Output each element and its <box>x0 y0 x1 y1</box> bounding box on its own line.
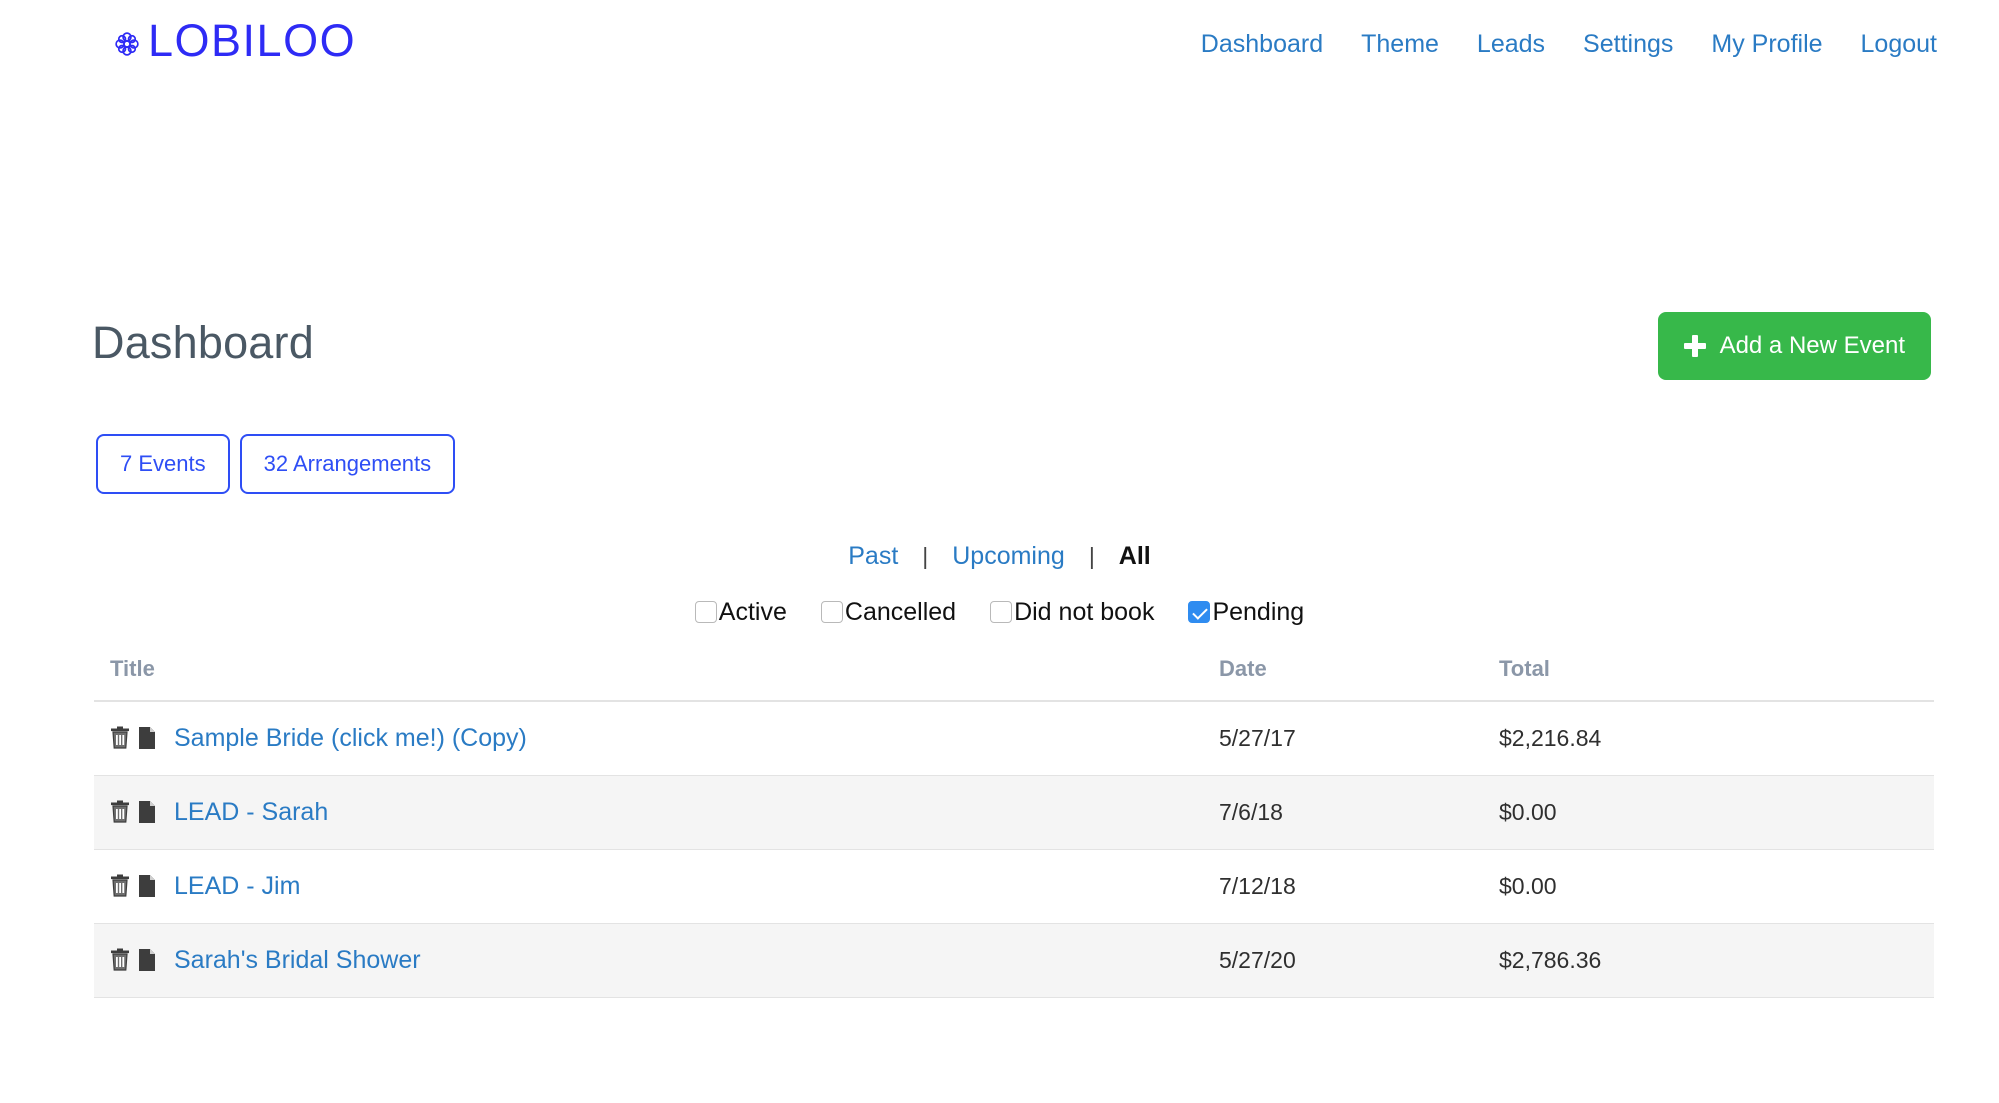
nav-item-my-profile[interactable]: My Profile <box>1711 30 1822 59</box>
filter-past[interactable]: Past <box>842 542 904 571</box>
time-filter-links: Past | Upcoming | All <box>0 542 1999 571</box>
cell-title: LEAD - Sarah <box>94 775 1219 850</box>
event-title-link[interactable]: Sample Bride (click me!) (Copy) <box>174 724 527 753</box>
table-row: Sarah's Bridal Shower 5/27/20 $2,786.36 <box>94 923 1934 998</box>
site-header: LOBILOO Dashboard Theme Leads Settings M… <box>0 0 1999 102</box>
stats-row: 7 Events 32 Arrangements <box>96 434 456 494</box>
document-copy-icon[interactable] <box>138 800 156 824</box>
stat-events-button[interactable]: 7 Events <box>96 434 230 494</box>
checkbox-cancelled-label: Cancelled <box>844 598 957 626</box>
cell-title: LEAD - Jim <box>94 849 1219 924</box>
row-actions <box>110 726 156 750</box>
checkbox-cancelled[interactable]: Cancelled <box>820 598 957 626</box>
table-row: Sample Bride (click me!) (Copy) 5/27/17 … <box>94 701 1934 776</box>
checkbox-active-label: Active <box>718 598 787 626</box>
filter-all[interactable]: All <box>1113 542 1157 571</box>
event-title-link[interactable]: LEAD - Sarah <box>174 798 328 827</box>
cell-date: 5/27/17 <box>1219 701 1499 776</box>
cell-date: 5/27/20 <box>1219 923 1499 998</box>
document-copy-icon[interactable] <box>138 874 156 898</box>
brand-logo[interactable]: LOBILOO <box>112 18 356 63</box>
column-header-date[interactable]: Date <box>1219 648 1499 702</box>
column-header-total[interactable]: Total <box>1499 648 1934 702</box>
checkbox-pending[interactable]: Pending <box>1188 598 1305 626</box>
checkbox-did-not-book-box[interactable] <box>990 601 1013 623</box>
filter-upcoming[interactable]: Upcoming <box>946 542 1071 571</box>
checkbox-active-box[interactable] <box>694 601 717 623</box>
row-actions <box>110 874 156 898</box>
trash-icon[interactable] <box>110 800 130 824</box>
document-copy-icon[interactable] <box>138 948 156 972</box>
cell-total: $0.00 <box>1499 775 1934 850</box>
brand-name: LOBILOO <box>148 15 357 66</box>
cell-title: Sample Bride (click me!) (Copy) <box>94 701 1219 776</box>
filter-separator-2: | <box>1088 543 1095 569</box>
events-table-head: Title Date Total <box>94 648 1934 702</box>
document-copy-icon[interactable] <box>138 726 156 750</box>
plus-icon <box>1683 335 1706 357</box>
nav-item-theme[interactable]: Theme <box>1361 30 1439 59</box>
checkbox-did-not-book[interactable]: Did not book <box>990 598 1155 626</box>
stat-arrangements-button[interactable]: 32 Arrangements <box>239 434 456 494</box>
event-title-link[interactable]: Sarah's Bridal Shower <box>174 946 421 975</box>
nav-item-logout[interactable]: Logout <box>1861 30 1937 59</box>
events-table-header-row: Title Date Total <box>94 648 1934 702</box>
table-row: LEAD - Jim 7/12/18 $0.00 <box>94 849 1934 924</box>
cell-date: 7/6/18 <box>1219 775 1499 850</box>
flower-icon <box>112 29 142 59</box>
row-actions <box>110 800 156 824</box>
events-table: Title Date Total Sample Bride (click me!… <box>94 648 1934 998</box>
status-filter-checkboxes: Active Cancelled Did not book Pending <box>0 598 1999 626</box>
cell-total: $2,216.84 <box>1499 701 1934 776</box>
events-table-body: Sample Bride (click me!) (Copy) 5/27/17 … <box>94 701 1934 998</box>
nav-item-leads[interactable]: Leads <box>1477 30 1545 59</box>
trash-icon[interactable] <box>110 726 130 750</box>
page-title-row: Dashboard Add a New Event <box>92 312 1931 390</box>
trash-icon[interactable] <box>110 874 130 898</box>
add-new-event-button[interactable]: Add a New Event <box>1657 312 1931 380</box>
checkbox-pending-label: Pending <box>1212 598 1305 626</box>
table-row: LEAD - Sarah 7/6/18 $0.00 <box>94 775 1934 850</box>
dashboard-page: LOBILOO Dashboard Theme Leads Settings M… <box>0 0 1999 1103</box>
cell-total: $2,786.36 <box>1499 923 1934 998</box>
main-navigation: Dashboard Theme Leads Settings My Profil… <box>1201 30 1937 59</box>
add-new-event-label: Add a New Event <box>1719 332 1905 359</box>
nav-item-settings[interactable]: Settings <box>1583 30 1673 59</box>
cell-date: 7/12/18 <box>1219 849 1499 924</box>
row-actions <box>110 948 156 972</box>
trash-icon[interactable] <box>110 948 130 972</box>
checkbox-did-not-book-label: Did not book <box>1014 598 1155 626</box>
cell-total: $0.00 <box>1499 849 1934 924</box>
cell-title: Sarah's Bridal Shower <box>94 923 1219 998</box>
nav-item-dashboard[interactable]: Dashboard <box>1201 30 1323 59</box>
column-header-title[interactable]: Title <box>94 648 1219 702</box>
event-title-link[interactable]: LEAD - Jim <box>174 872 300 901</box>
checkbox-active[interactable]: Active <box>694 598 787 626</box>
checkbox-cancelled-box[interactable] <box>820 601 843 623</box>
checkbox-pending-box[interactable] <box>1188 601 1211 623</box>
page-title: Dashboard <box>92 317 314 368</box>
filter-separator-1: | <box>922 543 929 569</box>
